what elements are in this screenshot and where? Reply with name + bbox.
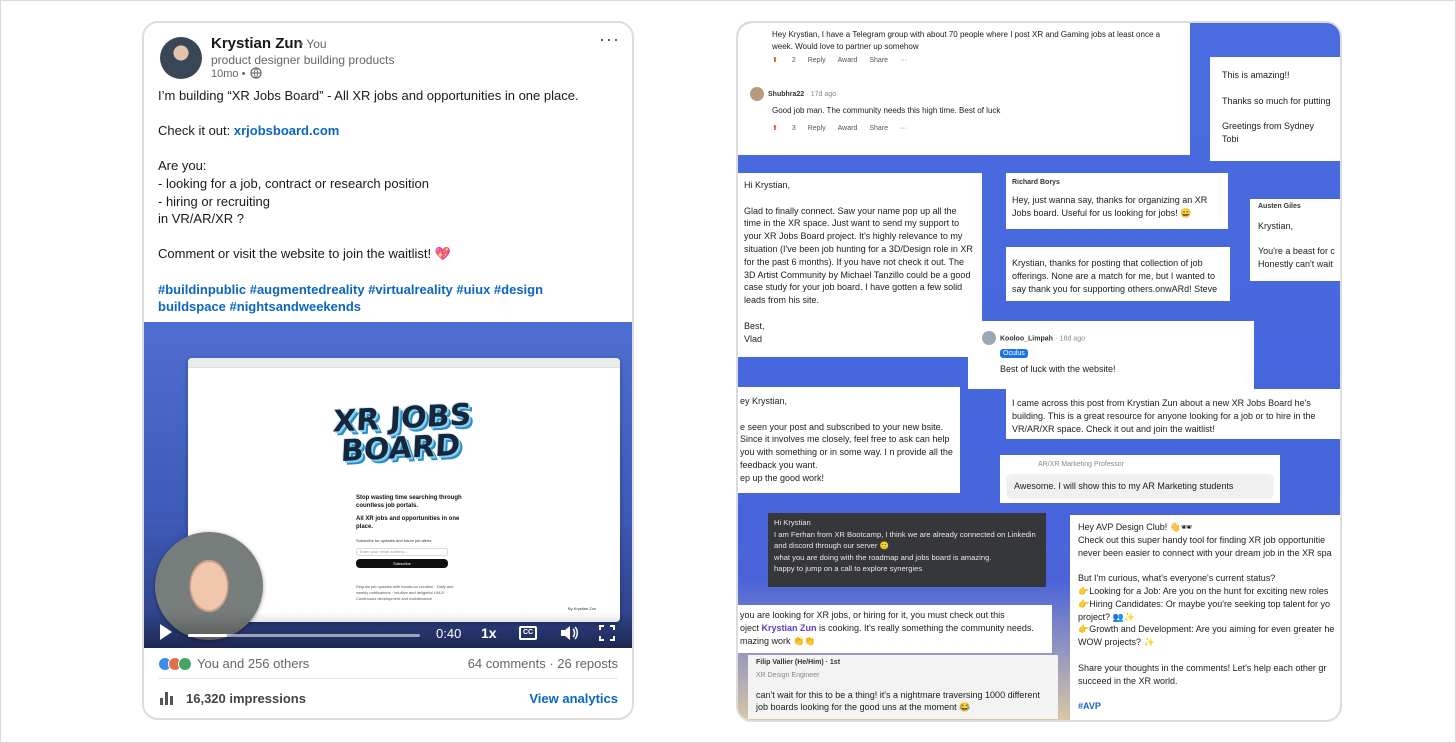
message-steve: Krystian, thanks for posting that collec… [1006,247,1230,301]
reply-button[interactable]: Reply [808,57,826,64]
preview-feature-list: Regular job updates with hands-on curati… [356,584,454,601]
preview-headline: Stop wasting time searching through coun… [356,495,462,509]
user-avatar [982,331,996,345]
comment-text: Good job man. The community needs this h… [772,106,1001,116]
message-sydney: This is amazing!! Thanks so much for put… [1210,57,1340,161]
fullscreen-icon[interactable] [599,625,615,641]
comment-filip: Filip Vallier (He/Him) · 1st XR Design E… [748,655,1058,719]
reddit-comment-kooloo: Kooloo_Limpah · 18d ago Oculus Best of l… [968,321,1254,389]
post-bullet: - looking for a job, contract or researc… [158,175,429,191]
more-options-icon[interactable]: ··· [599,29,620,50]
reactions-bar[interactable]: You and 256 others 64 comments · 26 repo… [158,655,618,673]
video-time: 0:40 [436,626,462,641]
divider [158,678,618,679]
message-richard: Richard Borys Hey, just wanna say, thank… [1006,173,1228,229]
user-avatar [750,87,764,101]
reddit-comment-shubhra: Shubhra22 · 17d ago Good job man. The co… [738,73,1190,155]
celebrate-icon [178,657,192,671]
hashtags[interactable]: #buildinpublic #augmentedreality #virtua… [158,281,618,299]
flair-badge: Oculus [1000,349,1028,359]
volume-icon[interactable] [559,624,579,642]
website-link[interactable]: xrjobsboard.com [234,123,339,138]
post-timestamp: 10mo • [211,68,246,80]
share-button[interactable]: Share [869,125,888,132]
reaction-count[interactable]: You and 256 others [197,656,309,671]
play-icon[interactable] [160,624,172,640]
playback-speed-button[interactable]: 1x [481,625,497,641]
reply-button[interactable]: Reply [808,125,826,132]
share-button[interactable]: Share [869,57,888,64]
post-cta: Comment or visit the website to join the… [158,246,451,262]
comment-actions: ⬆ 2 Reply Award Share ··· [772,57,908,64]
post-line-intro: I’m building “XR Jobs Board” - All XR jo… [158,88,579,103]
post-line-are-you: Are you: [158,158,207,174]
message-ferhan: Hi Krystian I am Ferhan from XR Bootcamp… [768,513,1046,587]
video-player[interactable]: XR JOBS BOARD Stop wasting time searching… [144,322,632,648]
reaction-icons [158,657,194,671]
preview-email-input: Enter your email address... [356,548,448,556]
linkedin-post-card: Krystian Zun • You product designer buil… [142,21,634,720]
xr-jobs-board-logo: XR JOBS BOARD [331,397,473,470]
post-avp-design-club: Hey AVP Design Club! 👋🕶 Check out this s… [1070,515,1340,720]
post-bullet: in VR/AR/XR ? [158,211,244,227]
award-button[interactable]: Award [838,57,858,64]
impressions-count: 16,320 impressions [186,691,306,706]
preview-credit: By Krystian Zun [568,606,597,611]
message-austen: Austen Giles Krystian, You're a beast fo… [1250,199,1340,281]
email-feedback: ey Krystian, e seen your post and subscr… [738,387,960,493]
preview-subhead: All XR jobs and opportunities in one pla… [356,516,460,530]
comment-username[interactable]: Shubhra22 [768,91,804,98]
testimonial-collage: Hey Krystian, I have a Telegram group wi… [736,21,1342,722]
post-cooking: you are looking for XR jobs, or hiring f… [738,605,1052,653]
award-button[interactable]: Award [838,125,858,132]
mention-krystian[interactable]: Krystian Zun [762,623,817,633]
post-bullet: - hiring or recruiting [158,193,270,209]
post-body: I’m building “XR Jobs Board” - All XR jo… [158,87,618,316]
view-analytics-link[interactable]: View analytics [529,691,618,706]
author-you-label: • You [299,37,327,51]
post-came-across: I came across this post from Krystian Zu… [1006,389,1340,439]
author-tagline: product designer building products [211,53,395,67]
preview-caption: Subscribe for updates and future job ale… [356,538,432,543]
reddit-comment-telegram: Hey Krystian, I have a Telegram group wi… [738,23,1190,73]
comment-actions: ⬆ 3 Reply Award Share ··· [772,125,908,133]
comments-reposts-count[interactable]: 64 comments · 26 reposts [468,656,618,671]
bar-chart-icon [160,692,173,705]
comment-professor: AR/XR Marketing Professor Awesome. I wil… [1000,455,1280,503]
captions-icon[interactable]: CC [519,626,537,640]
preview-subscribe-button: Subscribe [356,559,448,568]
browser-bar [188,358,620,368]
hashtags[interactable]: buildspace #nightsandweekends [158,298,618,316]
email-vlad: Hi Krystian, Glad to finally connect. Sa… [738,173,982,357]
author-avatar[interactable] [160,37,202,79]
globe-icon [250,67,262,79]
video-progress-bar[interactable] [188,634,420,637]
hashtag-avp[interactable]: #AVP [1078,700,1340,713]
video-controls: 0:40 1x CC [144,612,632,648]
video-progress-fill [188,634,228,637]
post-line-check: Check it out: xrjobsboard.com [158,123,340,139]
author-name[interactable]: Krystian Zun [211,35,303,52]
